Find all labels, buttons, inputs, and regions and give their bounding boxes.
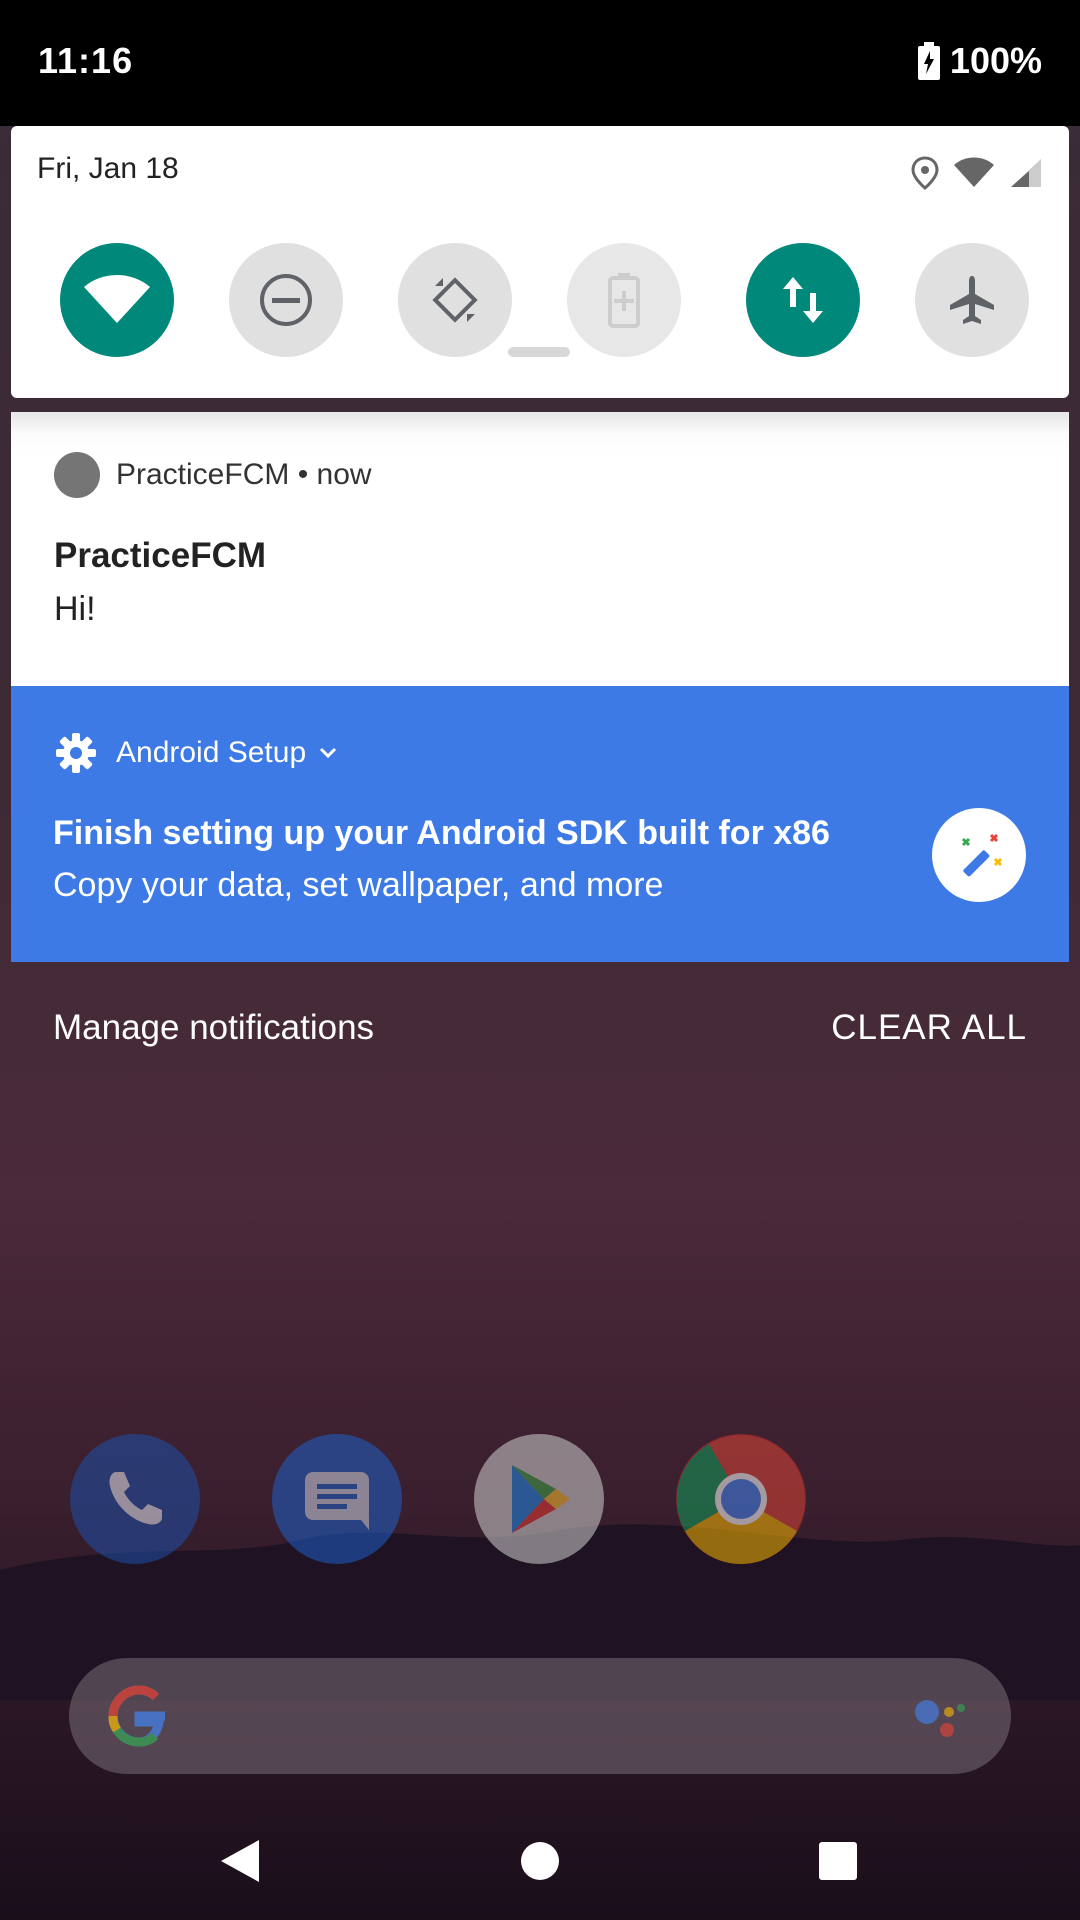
rotate-icon [432,277,478,323]
dock-app-play-store[interactable] [474,1434,604,1564]
nav-home-button[interactable] [515,1836,565,1886]
notification-header: PracticeFCM • now [116,458,372,492]
clear-all-button[interactable]: CLEAR ALL [831,1008,1027,1048]
status-time: 11:16 [38,40,134,81]
google-g-icon [108,1685,165,1747]
quick-settings-panel: Fri, Jan 18 [11,126,1069,398]
navigation-bar [0,1800,1080,1920]
google-search-bar[interactable] [69,1658,1011,1774]
battery-saver-icon [608,273,640,328]
qs-tile-battery-saver[interactable] [567,243,681,357]
notification-text: Copy your data, set wallpaper, and more [53,866,664,904]
dock-app-chrome[interactable] [676,1434,806,1564]
notification-footer: Manage notifications CLEAR ALL [0,1000,1080,1056]
dock-app-phone[interactable] [70,1434,200,1564]
battery-percent: 100% [949,40,1042,81]
notification-text: Hi! [54,590,96,628]
qs-tiles [60,243,1030,359]
status-bar: 11:16 100% [0,0,1080,126]
magic-wand-icon [932,808,1026,902]
gear-icon [56,733,96,773]
phone-icon [109,1472,162,1525]
nav-back-button[interactable] [215,1836,265,1886]
airplane-icon [950,276,994,324]
manage-notifications-button[interactable]: Manage notifications [53,1008,374,1048]
home-dock [0,1434,1080,1566]
chevron-down-icon[interactable] [318,746,338,760]
qs-tile-mobile-data[interactable] [746,243,860,357]
app-name: Android Setup [116,736,307,769]
notification-header: Android Setup [116,736,338,770]
home-icon [521,1842,559,1880]
back-icon [221,1840,259,1882]
status-right: 100% [917,40,1042,82]
dock-app-messages[interactable] [272,1434,402,1564]
app-icon [54,452,100,498]
app-name: PracticeFCM [116,458,290,491]
qs-tile-dnd[interactable] [229,243,343,357]
notification-title: Finish setting up your Android SDK built… [53,814,830,852]
qs-drag-handle[interactable] [508,347,570,357]
battery-charging-icon [917,42,940,80]
qs-status-icons [911,156,1043,190]
qs-tile-wifi[interactable] [60,243,174,357]
recents-icon [819,1842,857,1880]
chrome-icon [676,1435,805,1564]
separator-dot: • [297,458,317,491]
wifi-icon [84,275,150,323]
dnd-icon [260,274,312,326]
wifi-signal-icon [954,157,994,187]
qs-date[interactable]: Fri, Jan 18 [37,152,179,186]
cell-signal-icon [1011,159,1041,187]
messages-icon [305,1472,369,1530]
notification-time: now [316,458,372,491]
data-arrows-icon [783,277,823,323]
play-store-icon [512,1465,570,1533]
google-assistant-icon [915,1700,965,1737]
location-icon [911,156,939,190]
qs-tile-rotate[interactable] [398,243,512,357]
notification-android-setup[interactable]: Android Setup Finish setting up your And… [11,686,1069,962]
nav-recents-button[interactable] [813,1836,863,1886]
notification-title: PracticeFCM [54,536,267,575]
notification-practicefcm[interactable]: PracticeFCM • now PracticeFCM Hi! [11,412,1069,686]
qs-tile-airplane[interactable] [915,243,1029,357]
